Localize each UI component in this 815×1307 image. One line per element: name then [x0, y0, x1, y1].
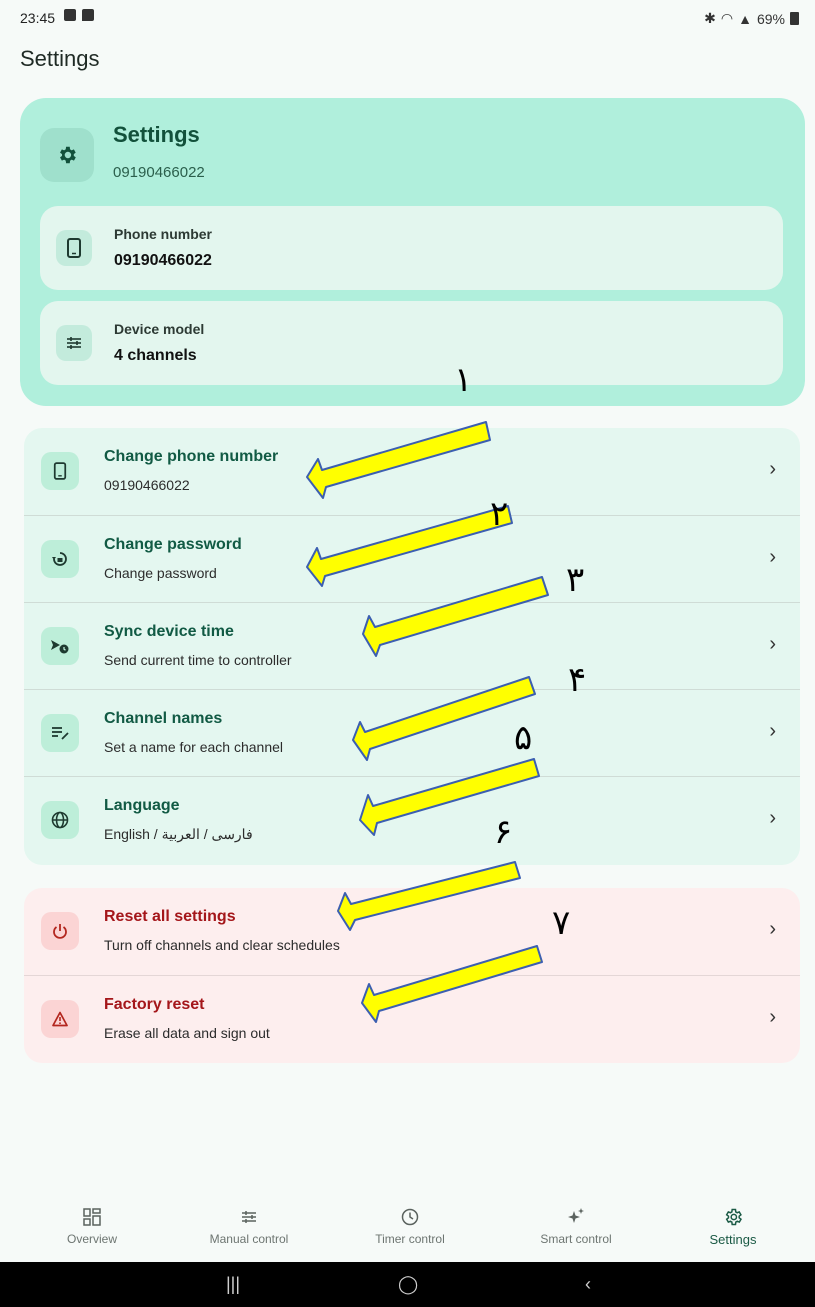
sliders-icon: [56, 325, 92, 361]
language-row[interactable]: Language English / فارسی / العربية ›: [24, 776, 800, 864]
row-subtitle: Send current time to controller: [104, 652, 292, 668]
annotation-number: ٧: [552, 903, 571, 943]
device-model-label: Device model: [114, 321, 205, 337]
gear-icon: [673, 1204, 793, 1230]
battery-icon: [790, 12, 799, 25]
wifi-icon: ◠: [720, 10, 734, 26]
send-clock-icon: [41, 627, 79, 665]
nav-label: Settings: [709, 1232, 757, 1247]
row-subtitle: Change password: [104, 565, 217, 581]
factory-reset-row[interactable]: Factory reset Erase all data and sign ou…: [24, 975, 800, 1063]
row-subtitle: Erase all data and sign out: [104, 1025, 270, 1041]
chevron-right-icon: ›: [769, 633, 776, 655]
row-title: Channel names: [104, 710, 223, 727]
grid-icon: [32, 1204, 152, 1230]
annotation-number: ۵: [514, 718, 533, 758]
nav-label: Timer control: [375, 1232, 445, 1246]
battery-percentage: 69%: [756, 10, 785, 27]
row-title: Factory reset: [104, 996, 205, 1013]
gear-icon: [40, 128, 94, 182]
sliders-icon: [189, 1204, 309, 1230]
row-title: Sync device time: [104, 623, 234, 640]
row-title: Language: [104, 797, 180, 814]
row-title: Change phone number: [104, 448, 279, 465]
sync-device-time-row[interactable]: Sync device time Send current time to co…: [24, 602, 800, 690]
annotation-number: ٣: [566, 560, 585, 600]
lock-reset-icon: [41, 540, 79, 578]
signal-icon: ▲: [738, 10, 752, 27]
phone-number-value: 09190466022: [114, 252, 212, 269]
phone-icon: [41, 452, 79, 490]
nav-settings[interactable]: Settings: [673, 1200, 793, 1260]
globe-icon: [41, 801, 79, 839]
nav-label: Manual control: [209, 1232, 289, 1246]
header-title: Settings: [113, 122, 200, 147]
page-title: Settings: [20, 46, 100, 71]
gallery-notification-icon: [64, 9, 76, 21]
annotation-number: ٢: [490, 494, 509, 534]
status-bar: 23:45 ✱ ◠ ▲ 69%: [0, 0, 815, 40]
back-icon[interactable]: ‹: [585, 1274, 591, 1295]
message-notification-icon: [82, 9, 94, 21]
phone-icon: [56, 230, 92, 266]
settings-header-card: Settings 09190466022 Phone number 091904…: [20, 98, 805, 406]
nav-smart-control[interactable]: Smart control: [516, 1200, 636, 1260]
row-subtitle: Set a name for each channel: [104, 739, 284, 755]
chevron-right-icon: ›: [769, 1006, 776, 1028]
home-icon[interactable]: ◯: [398, 1274, 418, 1295]
nav-label: Smart control: [540, 1232, 612, 1246]
chevron-right-icon: ›: [769, 458, 776, 480]
device-model-value: 4 channels: [114, 347, 197, 364]
warning-icon: [41, 1000, 79, 1038]
danger-list: Reset all settings Turn off channels and…: [24, 888, 800, 1063]
recent-apps-icon[interactable]: |||: [226, 1274, 240, 1295]
bottom-navigation: Overview Manual control Timer control Sm…: [0, 1200, 815, 1260]
row-subtitle: Turn off channels and clear schedules: [104, 937, 340, 953]
status-time: 23:45: [20, 10, 56, 26]
chevron-right-icon: ›: [769, 918, 776, 940]
header-subtitle: 09190466022: [113, 164, 205, 181]
nav-manual-control[interactable]: Manual control: [189, 1200, 309, 1260]
power-icon: [41, 912, 79, 950]
device-model-info: Device model 4 channels: [40, 301, 783, 385]
nav-overview[interactable]: Overview: [32, 1200, 152, 1260]
clock-icon: [350, 1204, 470, 1230]
row-title: Reset all settings: [104, 908, 236, 925]
row-title: Change password: [104, 536, 242, 553]
annotation-number: ۴: [568, 660, 587, 700]
row-subtitle: 09190466022: [104, 477, 190, 493]
sparkle-icon: [516, 1204, 636, 1230]
reset-all-settings-row[interactable]: Reset all settings Turn off channels and…: [24, 888, 800, 975]
row-subtitle: English / فارسی / العربية: [104, 826, 253, 842]
edit-list-icon: [41, 714, 79, 752]
nav-label: Overview: [66, 1232, 117, 1246]
annotation-number: ١: [454, 360, 473, 400]
phone-number-label: Phone number: [114, 226, 213, 242]
chevron-right-icon: ›: [769, 720, 776, 742]
settings-list: Change phone number 09190466022 › Change…: [24, 428, 800, 865]
chevron-right-icon: ›: [769, 807, 776, 829]
change-phone-number-row[interactable]: Change phone number 09190466022 ›: [24, 428, 800, 515]
chevron-right-icon: ›: [769, 546, 776, 568]
system-navigation-bar: ||| ◯ ‹: [0, 1262, 815, 1307]
nav-timer-control[interactable]: Timer control: [350, 1200, 470, 1260]
channel-names-row[interactable]: Channel names Set a name for each channe…: [24, 689, 800, 777]
phone-number-info: Phone number 09190466022: [40, 206, 783, 290]
annotation-number: ۶: [494, 812, 513, 852]
change-password-row[interactable]: Change password Change password ›: [24, 515, 800, 603]
bluetooth-icon: ✱: [704, 10, 716, 26]
